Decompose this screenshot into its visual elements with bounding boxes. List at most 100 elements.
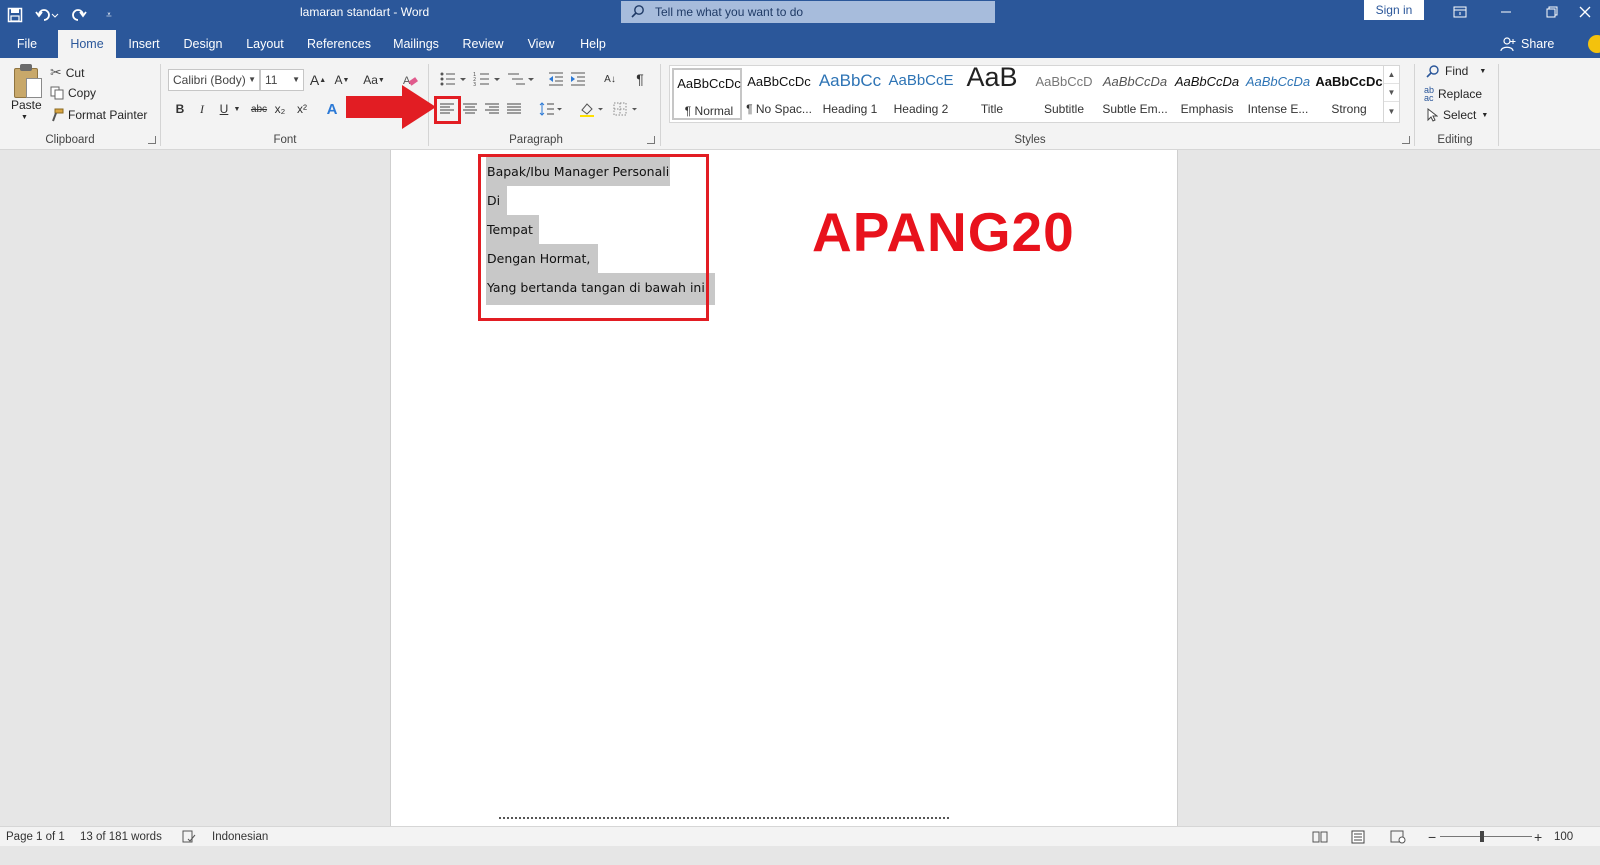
tell-me-search[interactable]: Tell me what you want to do [621,1,995,23]
clipboard-launcher-icon[interactable] [148,136,156,144]
word-count[interactable]: 13 of 181 words [80,827,162,847]
style-no-spacing[interactable]: AaBbCcDc ¶ No Spac... [744,68,814,120]
svg-text:3: 3 [473,82,476,87]
text-effects-icon[interactable]: A [322,99,342,119]
zoom-slider-thumb[interactable] [1480,831,1484,842]
proofing-icon[interactable] [182,827,196,847]
find-button[interactable]: Find ▼ [1426,64,1486,78]
cut-button[interactable]: ✂ Cut [50,64,84,81]
justify-icon[interactable] [504,99,524,119]
redo-icon[interactable] [64,3,94,27]
tab-design[interactable]: Design [180,30,226,58]
gallery-up-icon[interactable]: ▲ [1384,66,1399,84]
align-center-icon[interactable] [460,99,480,119]
zoom-level[interactable]: 100 [1554,827,1573,847]
grow-font-icon[interactable]: A ▲ [308,70,328,90]
numbering-icon[interactable]: 123 [472,69,502,89]
replace-button[interactable]: ab ac Replace [1424,85,1482,103]
page-count[interactable]: Page 1 of 1 [6,827,65,847]
line-spacing-icon[interactable] [538,99,564,119]
save-icon[interactable] [0,3,30,27]
undo-icon[interactable] [30,3,64,27]
zoom-slider[interactable] [1440,836,1532,837]
style-strong[interactable]: AaBbCcDc Strong [1314,68,1384,120]
align-right-icon[interactable] [482,99,502,119]
decrease-indent-icon[interactable] [546,69,566,89]
tab-help[interactable]: Help [574,30,612,58]
underline-button[interactable]: U [214,99,234,119]
underline-dropdown-icon[interactable]: ▼ [232,99,242,119]
style-subtle-emphasis[interactable]: AaBbCcDa Subtle Em... [1100,68,1170,120]
ribbon-home: Paste ▼ ✂ Cut Copy Format Painter Clipbo… [0,58,1600,150]
share-button[interactable]: Share [1500,30,1554,58]
web-layout-icon[interactable] [1390,827,1406,847]
copy-button[interactable]: Copy [50,86,96,100]
tab-layout[interactable]: Layout [242,30,288,58]
zoom-out-button[interactable]: − [1428,827,1436,847]
restore-icon[interactable] [1532,0,1572,24]
bold-button[interactable]: B [170,99,190,119]
share-icon [1500,37,1516,52]
borders-icon[interactable] [612,99,640,119]
paragraph-group-label: Paragraph [509,134,563,146]
font-group-label: Font [273,134,297,146]
next-line-partial [499,817,949,819]
style-heading-1[interactable]: AaBbCc Heading 1 [815,68,885,120]
paste-button[interactable]: Paste [11,98,42,112]
bullets-icon[interactable] [438,69,468,89]
language[interactable]: Indonesian [212,827,268,847]
style-normal[interactable]: AaBbCcDc ¶ Normal [672,68,742,120]
increase-indent-icon[interactable] [568,69,588,89]
tab-references[interactable]: References [304,30,374,58]
style-emphasis[interactable]: AaBbCcDa Emphasis [1172,68,1242,120]
sort-icon[interactable]: A↓ [600,69,620,89]
font-family-combo[interactable]: Calibri (Body) ▼ [168,69,260,91]
font-size-combo[interactable]: 11 ▼ [260,69,304,91]
styles-group-label: Styles [1014,134,1046,146]
show-formatting-button[interactable]: ¶ [630,69,650,89]
print-layout-icon[interactable] [1350,827,1366,847]
superscript-button[interactable]: x² [292,99,312,119]
tab-mailings[interactable]: Mailings [390,30,442,58]
taskbar-strip [0,846,1600,865]
style-intense-emphasis[interactable]: AaBbCcDa Intense E... [1243,68,1313,120]
tab-insert[interactable]: Insert [124,30,164,58]
read-mode-icon[interactable] [1312,827,1328,847]
editing-group-label: Editing [1437,134,1473,146]
paste-icon[interactable] [12,64,42,98]
style-title[interactable]: AaB Title [957,62,1027,120]
multilevel-list-icon[interactable] [506,69,536,89]
format-painter-icon [52,108,64,122]
zoom-in-button[interactable]: + [1534,827,1542,847]
italic-button[interactable]: I [192,99,212,119]
customize-qat-icon[interactable]: ⩡ [94,3,124,27]
select-button[interactable]: Select ▼ [1426,108,1488,122]
find-icon [1426,65,1439,78]
style-subtitle[interactable]: AaBbCcD Subtitle [1029,68,1099,120]
tab-review[interactable]: Review [460,30,506,58]
shading-icon[interactable] [578,99,606,119]
strikethrough-button[interactable]: abc [248,99,270,119]
tab-home[interactable]: Home [58,30,116,58]
minimize-icon[interactable] [1486,0,1526,24]
gallery-more-icon[interactable]: ▼ [1384,102,1399,120]
document-title: lamaran standart - Word [300,5,430,19]
gallery-down-icon[interactable]: ▼ [1384,84,1399,102]
style-heading-2[interactable]: AaBbCcE Heading 2 [886,68,956,120]
search-icon [631,4,649,21]
format-painter-button[interactable]: Format Painter [50,108,147,122]
paragraph-launcher-icon[interactable] [647,136,655,144]
close-icon[interactable] [1570,0,1600,24]
replace-icon: ab ac [1424,85,1435,103]
tab-view[interactable]: View [522,30,560,58]
styles-launcher-icon[interactable] [1402,136,1410,144]
tab-file[interactable]: File [10,30,44,58]
subscript-button[interactable]: x₂ [270,99,290,119]
styles-gallery-scroll[interactable]: ▲ ▼ ▼ [1383,66,1399,122]
ribbon-display-icon[interactable] [1440,0,1480,24]
feedback-smiley-icon[interactable] [1588,35,1600,53]
ribbon-tabs: File Home Insert Design Layout Reference… [0,30,1600,58]
status-bar: Page 1 of 1 13 of 181 words Indonesian −… [0,826,1600,846]
paste-dropdown-icon[interactable]: ▼ [21,114,28,121]
sign-in-button[interactable]: Sign in [1364,0,1424,20]
